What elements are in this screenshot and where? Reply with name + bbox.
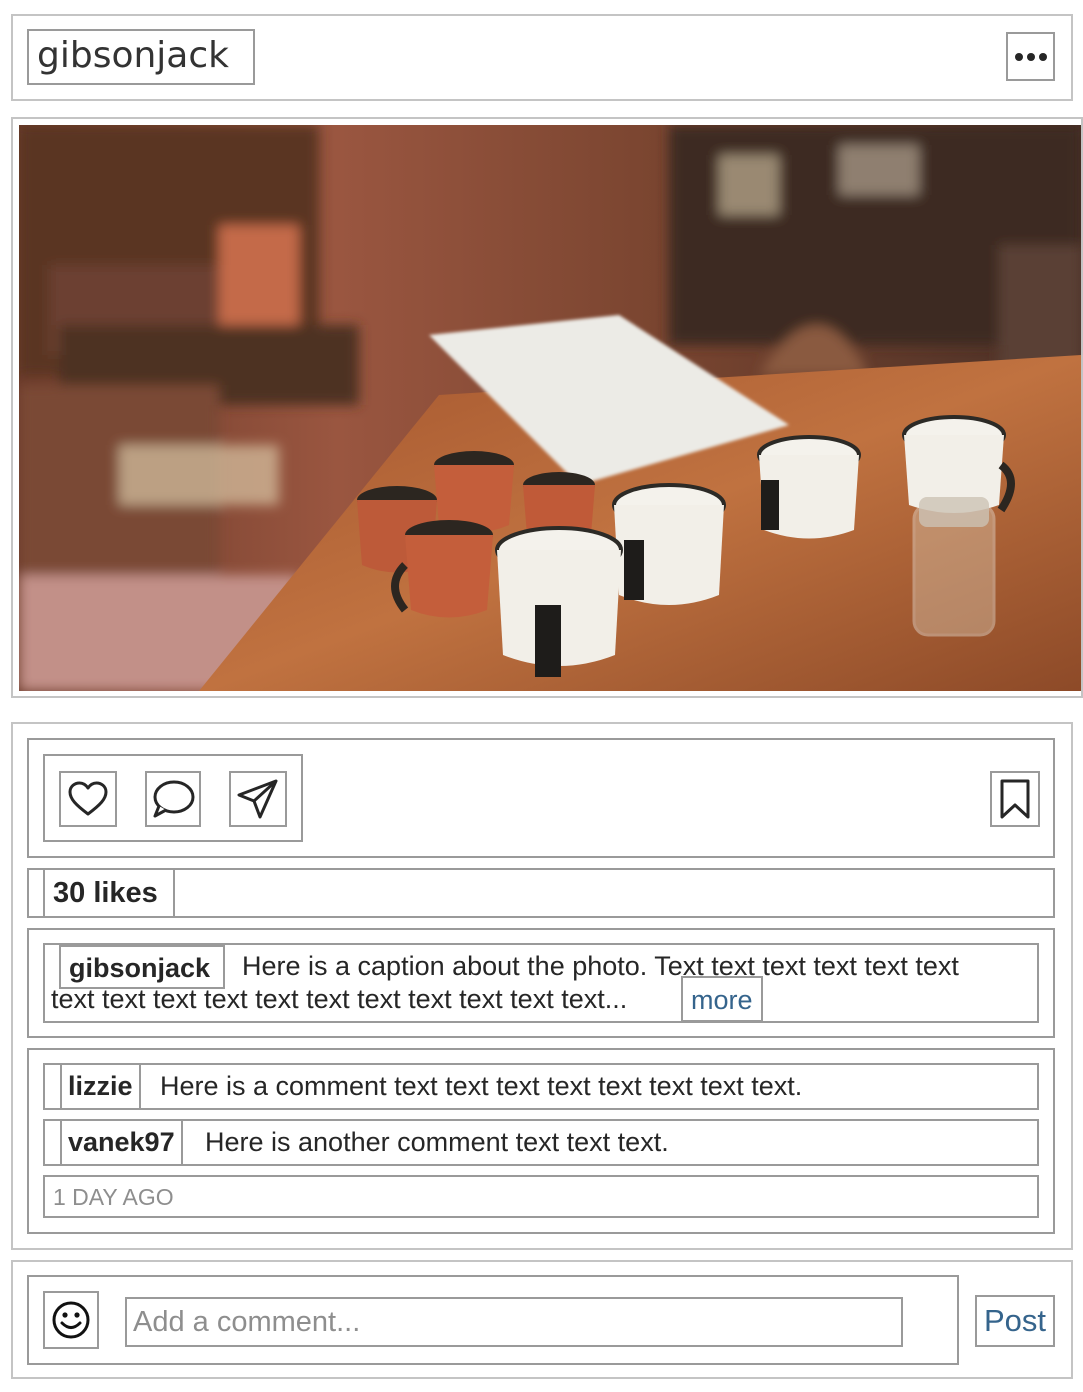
caption-more-link[interactable]: more [681,976,763,1022]
more-options-button[interactable] [1006,32,1055,81]
comment-username[interactable]: vanek97 [60,1119,183,1166]
paper-plane-icon [237,779,278,819]
post-comment-button[interactable]: Post [975,1295,1055,1347]
comment-text: Here is a comment text text text text te… [160,1071,803,1101]
speech-bubble-icon [153,780,195,818]
post-photo[interactable] [19,125,1081,691]
emoji-button[interactable] [43,1291,99,1349]
smiley-icon [52,1301,90,1339]
post-author-username[interactable]: gibsonjack [27,29,255,85]
caption-text-line1: Here is a caption about the photo. Text … [242,951,959,981]
heart-icon [68,781,108,816]
comment-input[interactable] [125,1297,903,1347]
likes-count[interactable]: 30 likes [43,868,175,918]
likes-row [27,868,1055,918]
more-horizontal-icon [1014,52,1047,61]
bookmark-button[interactable] [990,771,1040,827]
caption-text-line2: text text text text text text text text … [51,984,628,1014]
bookmark-icon [1000,779,1030,819]
comment-text: Here is another comment text text text. [205,1127,669,1157]
post-timestamp: 1 DAY AGO [43,1175,1039,1218]
like-button[interactable] [59,771,117,827]
share-button[interactable] [229,771,287,827]
comment-button[interactable] [145,771,201,827]
photo-image [19,125,1081,691]
comment-item: lizzie Here is a comment text text text … [43,1063,1039,1110]
comment-username[interactable]: lizzie [60,1063,141,1110]
comment-item: vanek97 Here is another comment text tex… [43,1119,1039,1166]
